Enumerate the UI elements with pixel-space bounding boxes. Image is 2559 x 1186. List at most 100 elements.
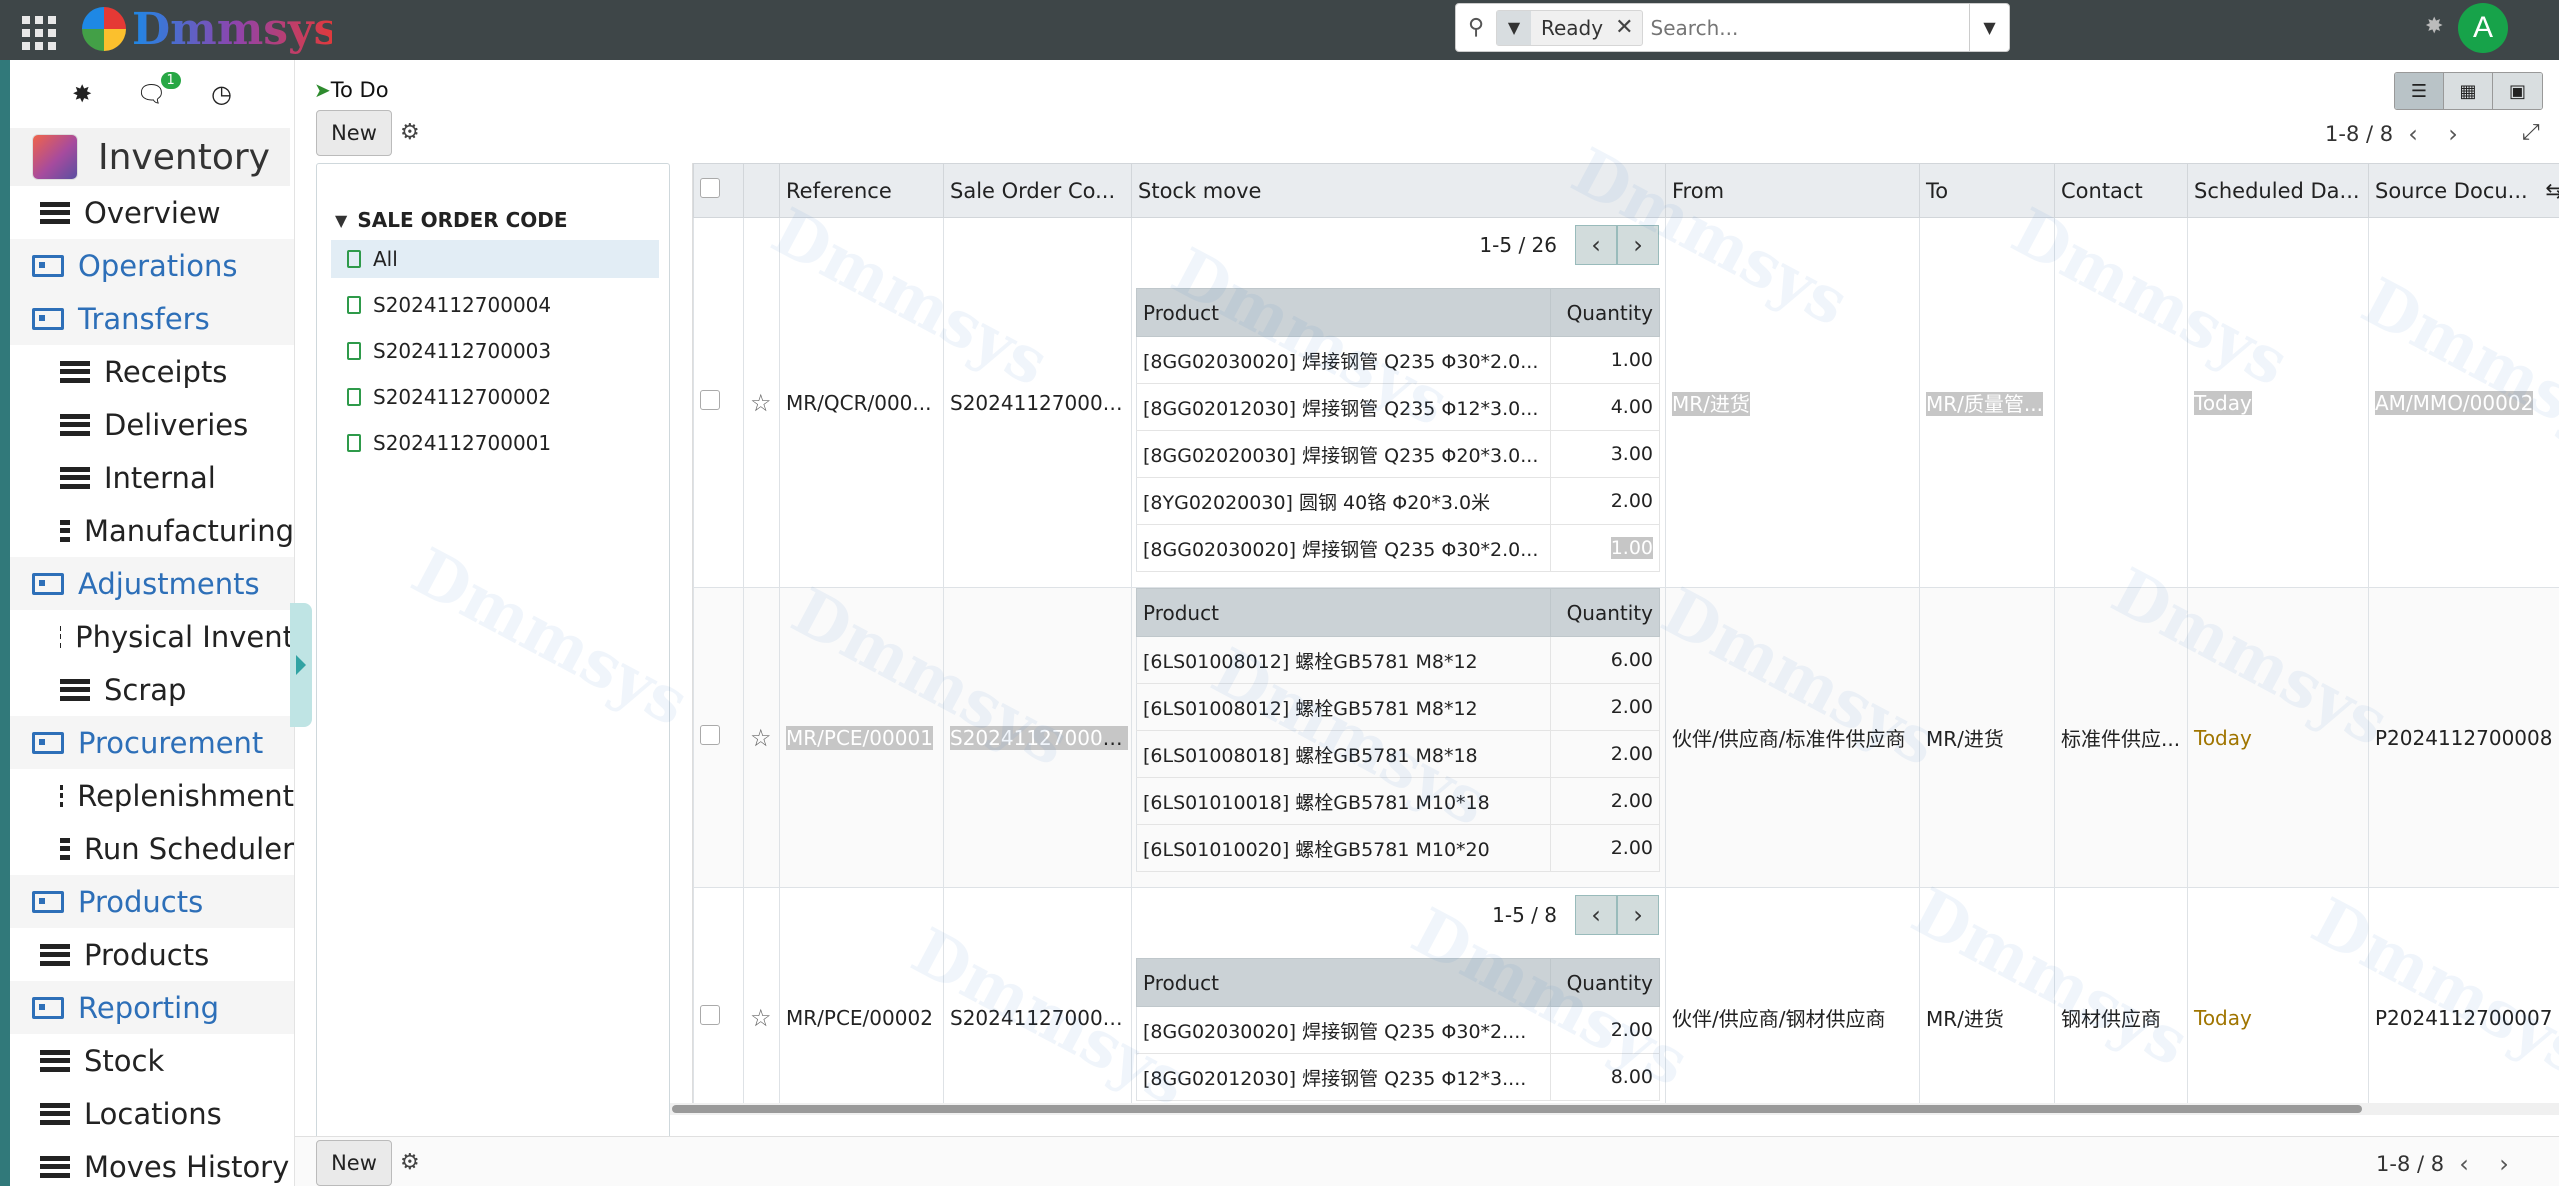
apps-menu-icon[interactable] [18,12,56,50]
stock-move-row[interactable]: [8YG02020030] 圆钢 40铬 Φ20*3.0米 2.00 [1136,477,1660,525]
cell-sale-order-code[interactable]: S2024112700004 [943,587,1132,888]
column-sale-order-code[interactable]: Sale Order Co... [943,163,1132,218]
stock-move-row[interactable]: [6LS01010018] 螺栓GB5781 M10*18 2.00 [1136,777,1660,825]
footer-gear-icon[interactable]: ⚙ [400,1150,420,1175]
stock-move-row[interactable]: [8GG02030020] 焊接钢管 Q235 Φ30*2.0... 1.00 [1136,336,1660,384]
search-panel-item[interactable]: All [331,240,659,278]
cell-source-document[interactable]: P2024112700007 [2368,887,2559,1111]
stock-move-row[interactable]: [8GG02012030] 焊接钢管 Q235 Φ12*3.0... 4.00 [1136,383,1660,431]
stock-move-row[interactable]: [6LS01008012] 螺栓GB5781 M8*12 6.00 [1136,636,1660,684]
subcolumn-quantity[interactable]: Quantity [1550,588,1660,637]
sidebar-item-receipts[interactable]: Receipts [10,345,294,398]
sidebar-item-physical-invent[interactable]: Physical Invent [10,610,294,663]
sidebar-item-procurement[interactable]: Procurement [10,716,294,769]
sidebar-item-adjustments[interactable]: Adjustments [10,557,294,610]
stock-move-row[interactable]: [6LS01008018] 螺栓GB5781 M8*18 2.00 [1136,730,1660,778]
search-panel-item[interactable]: S2024112700002 [331,378,659,416]
pager-next-icon[interactable]: › [2433,116,2473,152]
search-facet-ready[interactable]: ▼ Ready ✕ [1496,9,1643,46]
sidebar-item-moves-history[interactable]: Moves History [10,1140,294,1186]
new-button[interactable]: New [316,110,392,156]
scrollbar-thumb[interactable] [672,1105,2362,1113]
pager-previous-icon[interactable]: ‹ [2393,116,2433,152]
column-source-document[interactable]: Source Docu... ⇆ [2368,163,2559,218]
cell-scheduled-date[interactable]: Today [2187,217,2369,588]
select-all-checkbox[interactable] [700,178,720,198]
stock-move-row[interactable]: [8GG02030020] 焊接钢管 Q235 Φ30*2.0... 1.00 [1136,524,1660,572]
chat-icon[interactable]: 🗨 1 [136,72,181,108]
sidebar-item-transfers[interactable]: Transfers [10,292,294,345]
cell-contact[interactable]: 钢材供应商 [2054,887,2188,1111]
favorite-star-icon[interactable]: ☆ [750,389,772,417]
remove-facet-icon[interactable]: ✕ [1613,15,1641,40]
table-row[interactable]: ☆ MR/PCE/00001 S2024112700004 Product Quanti… [693,587,2559,888]
sidebar-item-internal[interactable]: Internal [10,451,294,504]
footer-new-button[interactable]: New [316,1140,392,1186]
search-panel-item[interactable]: S2024112700003 [331,332,659,370]
stock-move-row[interactable]: [8GG02012030] 焊接钢管 Q235 Φ12*3.... 8.00 [1136,1053,1660,1101]
search-panel-item[interactable]: S2024112700004 [331,286,659,324]
column-scheduled-date[interactable]: Scheduled Da... [2187,163,2369,218]
sidebar-item-reporting[interactable]: Reporting [10,981,294,1034]
cell-scheduled-date[interactable]: Today [2187,587,2369,888]
cell-scheduled-date[interactable]: Today [2187,887,2369,1111]
stock-move-row[interactable]: [8GG02020030] 焊接钢管 Q235 Φ20*3.0... 3.00 [1136,430,1660,478]
cell-source-document[interactable]: P2024112700008 [2368,587,2559,888]
sidebar-item-deliveries[interactable]: Deliveries [10,398,294,451]
stock-move-pager-value[interactable]: 1-5 / 26 [1479,233,1557,257]
subcolumn-product[interactable]: Product [1136,588,1551,637]
fullscreen-expand-icon[interactable]: ⤢ [2522,120,2540,145]
favorite-star-icon[interactable]: ☆ [750,724,772,752]
sidebar-item-run-scheduler[interactable]: Run Scheduler [10,822,294,875]
search-input[interactable] [1650,15,1951,40]
row-checkbox[interactable] [700,725,720,745]
gear-icon[interactable]: ⚙ [400,120,420,145]
stock-move-next-icon[interactable]: › [1617,225,1659,265]
sidebar-item-products[interactable]: Products [10,928,294,981]
table-row[interactable]: ☆ MR/QCR/000... S2024112700001 1-5 / 26 ‹ › Pr… [693,217,2559,588]
app-title[interactable]: Inventory [10,128,290,186]
subcolumn-product[interactable]: Product [1136,958,1551,1007]
cell-sale-order-code[interactable]: S2024112700001 [943,217,1132,588]
search-bar[interactable]: ⚲ ▼ Ready ✕ ▼ [1455,3,2010,52]
footer-pager-value[interactable]: 1-8 / 8 [2376,1152,2444,1176]
footer-pager-previous-icon[interactable]: ‹ [2444,1146,2484,1182]
sidebar-item-manufacturing[interactable]: Manufacturing [10,504,294,557]
cell-contact[interactable]: 标准件供应... [2054,587,2188,888]
subcolumn-quantity[interactable]: Quantity [1550,288,1660,337]
calendar-view-icon[interactable]: ▣ [2493,73,2542,109]
cell-source-document[interactable]: AM/MMO/00002 [2368,217,2559,588]
column-reference[interactable]: Reference [779,163,944,218]
stock-move-previous-icon[interactable]: ‹ [1575,225,1617,265]
search-icon[interactable]: ⚲ [1456,4,1496,51]
search-options-dropdown-icon[interactable]: ▼ [1969,4,2009,51]
column-from[interactable]: From [1665,163,1920,218]
favorite-star-icon[interactable]: ☆ [750,1004,772,1032]
stock-move-previous-icon[interactable]: ‹ [1575,895,1617,935]
kanban-view-icon[interactable]: ▦ [2444,73,2493,109]
clock-icon[interactable]: ◷ [211,80,232,108]
sidebar-item-products[interactable]: Products [10,875,294,928]
footer-pager-next-icon[interactable]: › [2484,1146,2524,1182]
column-to[interactable]: To [1919,163,2055,218]
stock-move-row[interactable]: [6LS01010020] 螺栓GB5781 M10*20 2.00 [1136,824,1660,872]
column-contact[interactable]: Contact [2054,163,2188,218]
debug-bug-icon[interactable]: ✸ [2425,14,2443,39]
stock-move-row[interactable]: [8GG02030020] 焊接钢管 Q235 Φ30*2.... 2.00 [1136,1006,1660,1054]
sidebar-item-overview[interactable]: Overview [10,186,294,239]
sidebar-collapse-toggle[interactable] [290,603,312,727]
column-stock-move[interactable]: Stock move [1131,163,1666,218]
bug-icon[interactable]: ✸ [72,80,92,108]
cell-reference[interactable]: MR/PCE/00001 [779,587,944,888]
brand-logo[interactable]: Dmmsys [82,2,332,56]
cell-reference[interactable]: MR/QCR/000... [779,217,944,588]
cell-from[interactable]: MR/进货 [1665,217,1920,588]
sidebar-item-stock[interactable]: Stock [10,1034,294,1087]
cell-contact[interactable] [2054,217,2188,588]
pager-value[interactable]: 1-8 / 8 [2325,122,2393,146]
horizontal-scrollbar[interactable] [670,1103,2559,1115]
sidebar-item-replenishment[interactable]: Replenishment [10,769,294,822]
cell-to[interactable]: MR/进货 [1919,587,2055,888]
cell-to[interactable]: MR/质量管... [1919,217,2055,588]
user-avatar[interactable]: A [2458,3,2508,53]
